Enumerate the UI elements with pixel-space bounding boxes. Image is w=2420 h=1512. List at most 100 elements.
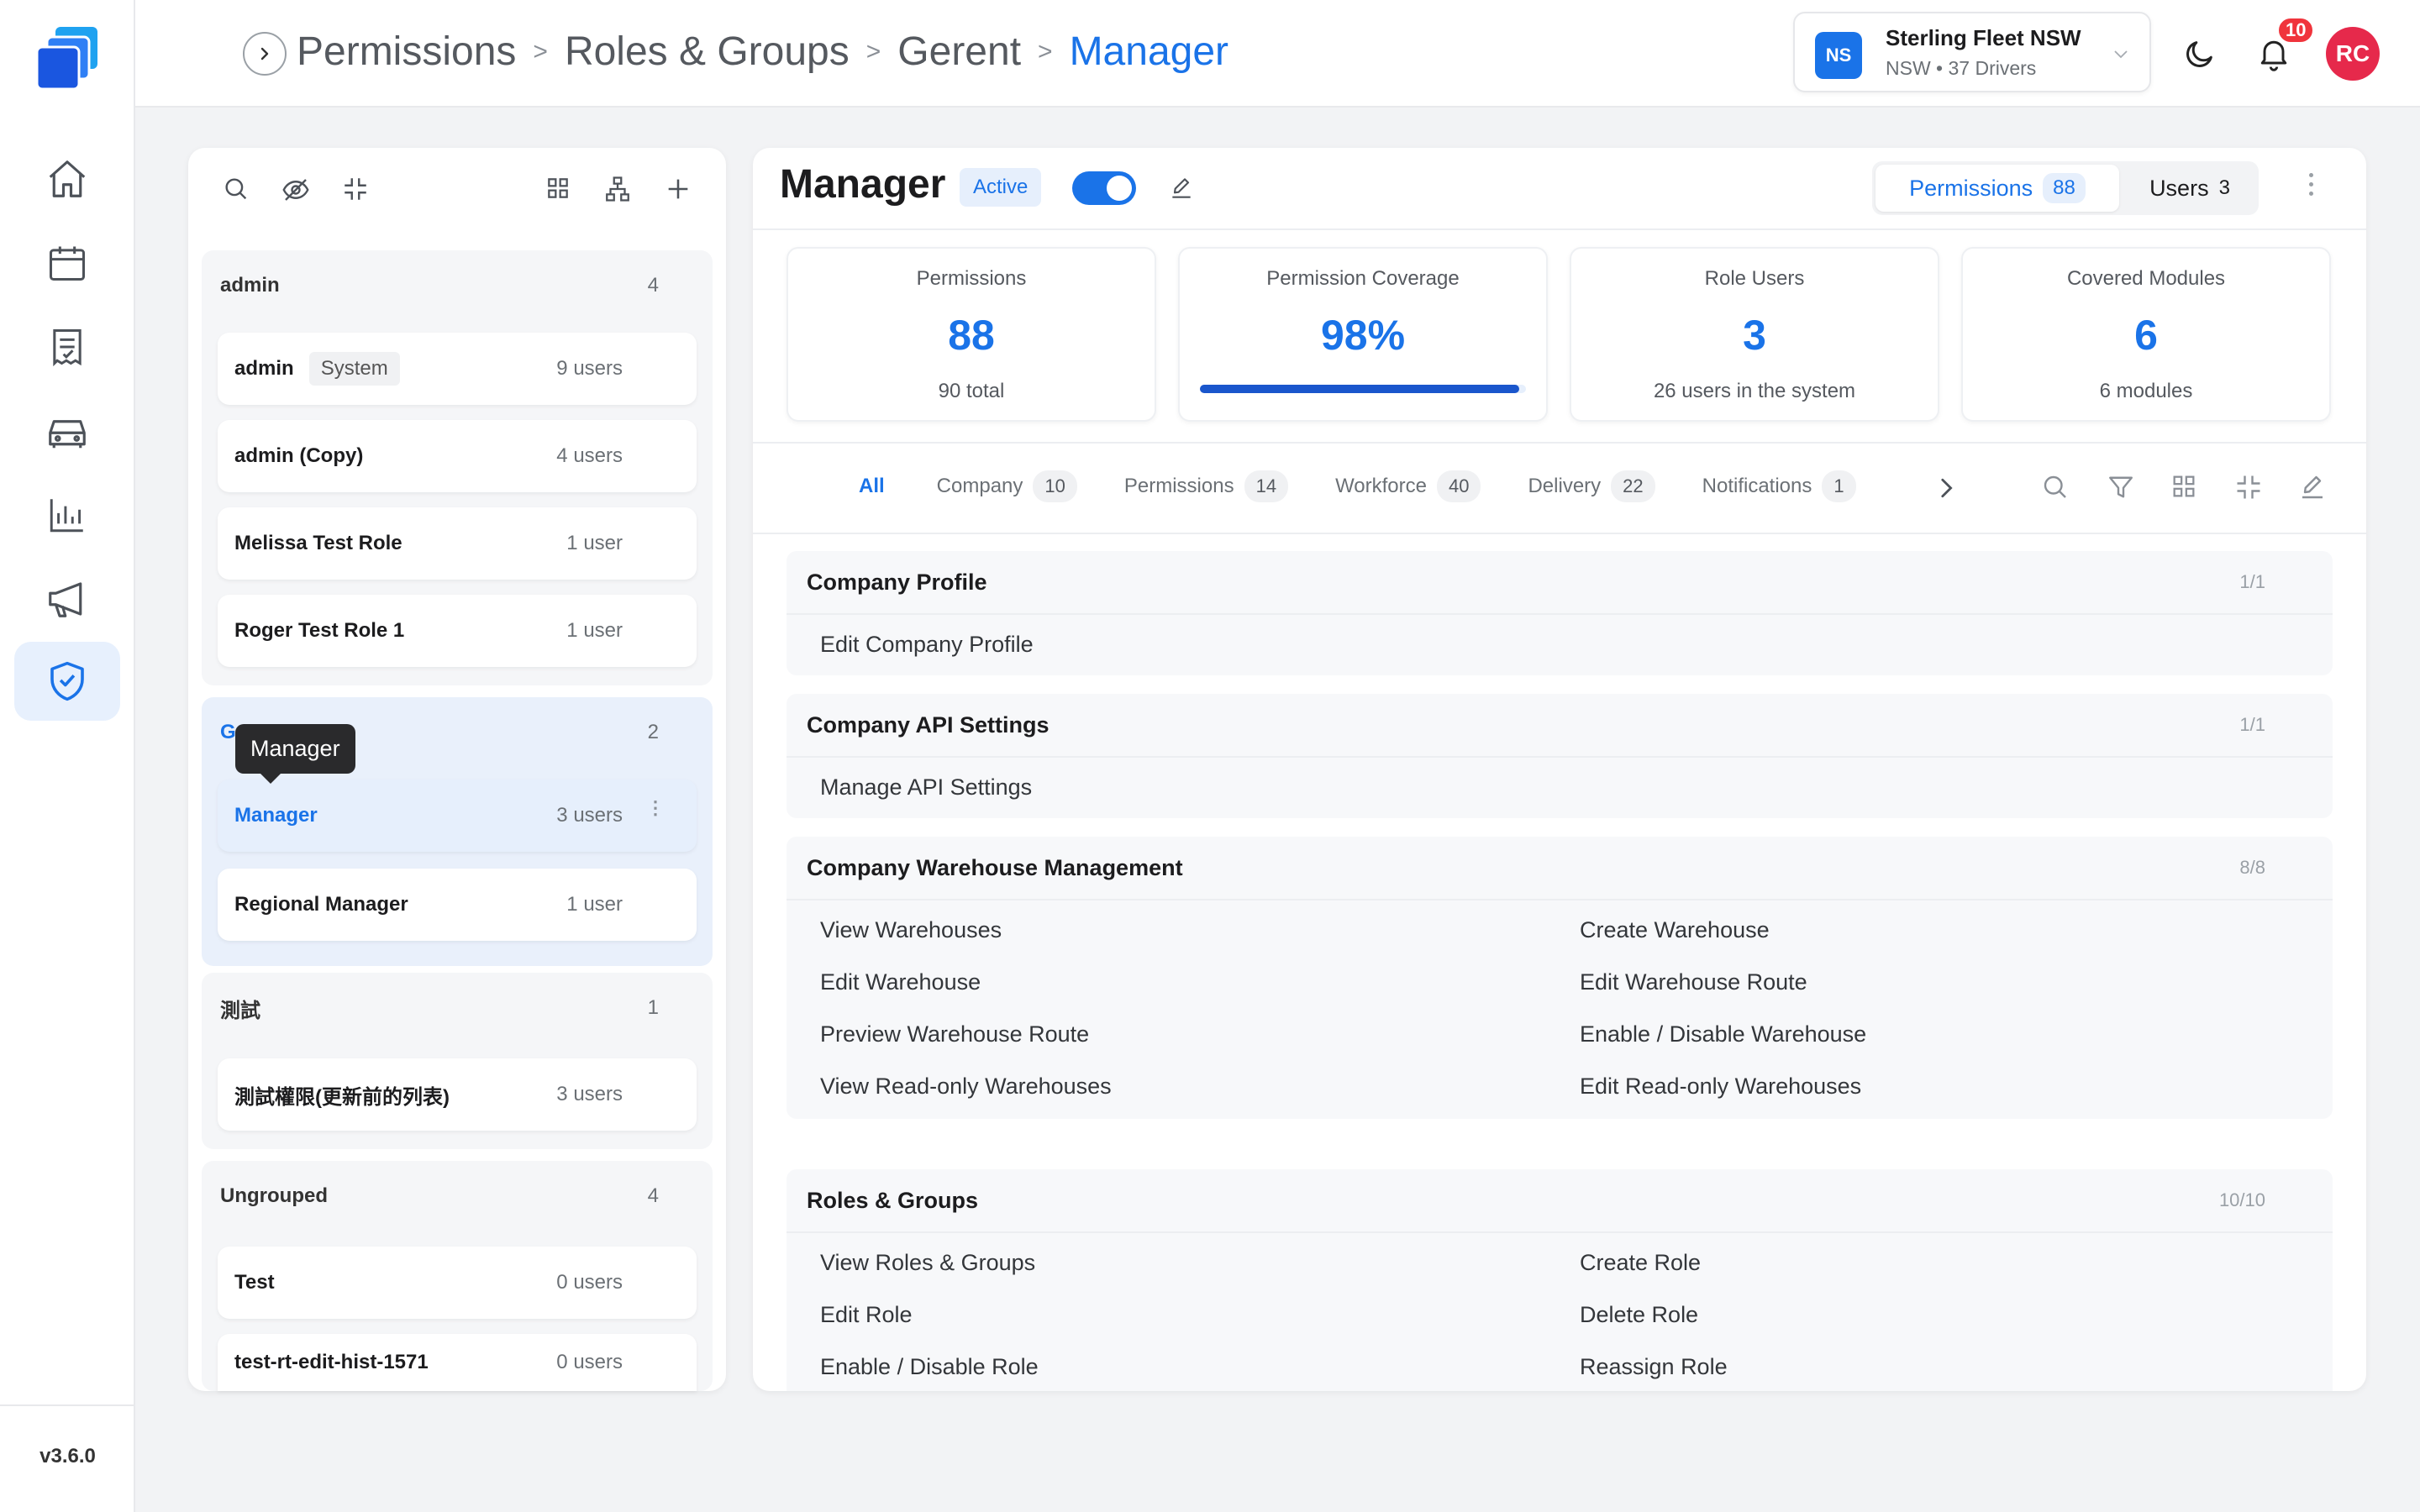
- home-icon[interactable]: [14, 139, 120, 218]
- filter-tab-notifications[interactable]: Notifications 1: [1702, 470, 1856, 502]
- stat-label: Permission Coverage: [1266, 267, 1460, 290]
- search-icon[interactable]: [222, 175, 250, 203]
- hierarchy-icon[interactable]: [603, 175, 632, 203]
- chevron-right-icon[interactable]: [1934, 474, 1958, 502]
- organization-switcher[interactable]: NS Sterling Fleet NSW NSW • 37 Drivers: [1793, 12, 2151, 92]
- role-name: Manager: [234, 804, 318, 827]
- stat-label: Role Users: [1704, 267, 1805, 290]
- section-title: Company Profile: [807, 569, 987, 595]
- group-header[interactable]: admin 4: [202, 250, 713, 321]
- search-icon[interactable]: [2040, 472, 2070, 502]
- tab-label: Permissions: [1909, 175, 2033, 201]
- calendar-icon[interactable]: [14, 223, 120, 302]
- edit-icon[interactable]: [2297, 472, 2328, 502]
- car-icon[interactable]: [14, 391, 120, 470]
- role-item-admin-copy[interactable]: admin (Copy) 4 users: [218, 420, 697, 492]
- expand-sidebar-button[interactable]: [243, 32, 287, 76]
- divider: [753, 228, 2366, 230]
- tab-users[interactable]: Users 3: [2124, 165, 2255, 212]
- filter-tab-permissions[interactable]: Permissions 14: [1123, 470, 1289, 502]
- filter-count: 10: [1033, 470, 1077, 502]
- section-header[interactable]: Roles & Groups 10/10: [786, 1169, 2333, 1233]
- group-count: 4: [647, 274, 659, 297]
- filter-tab-all[interactable]: All: [859, 475, 885, 498]
- section-count: 10/10: [2218, 1189, 2265, 1210]
- role-name: Test: [234, 1271, 275, 1294]
- role-user-count: 1 user: [566, 893, 623, 916]
- group-count: 2: [647, 721, 659, 743]
- collapse-icon[interactable]: [2233, 472, 2264, 502]
- breadcrumb-current: Manager: [1069, 29, 1229, 74]
- role-item-roger-test-role-1[interactable]: Roger Test Role 1 1 user: [218, 595, 697, 667]
- filter-tab-company[interactable]: Company 10: [937, 470, 1077, 502]
- section-title: Company Warehouse Management: [807, 854, 1183, 880]
- section-title: Company API Settings: [807, 711, 1050, 738]
- bar-chart-icon[interactable]: [14, 475, 120, 554]
- role-more-icon[interactable]: ⋮: [646, 799, 665, 817]
- megaphone-icon[interactable]: [14, 559, 120, 638]
- role-item-melissa-test-role[interactable]: Melissa Test Role 1 user: [218, 507, 697, 580]
- stat-sub: 90 total: [938, 380, 1005, 402]
- stat-card-covered-modules: Covered Modules 6 6 modules: [1961, 247, 2331, 422]
- permission-item: Edit Role: [820, 1302, 913, 1327]
- coverage-progress-bar: [1200, 385, 1526, 393]
- section-header[interactable]: Company Warehouse Management 8/8: [786, 837, 2333, 900]
- role-item-regional-manager[interactable]: Regional Manager 1 user: [218, 869, 697, 941]
- edit-role-name-icon[interactable]: [1168, 175, 1195, 202]
- breadcrumb-permissions[interactable]: Permissions: [297, 29, 516, 75]
- filter-icon[interactable]: [2106, 472, 2136, 502]
- breadcrumb-gerent[interactable]: Gerent: [897, 29, 1021, 75]
- role-name: Regional Manager: [234, 893, 408, 916]
- filter-label: All: [859, 475, 885, 497]
- stat-value: 6: [2134, 312, 2158, 359]
- app-logo[interactable]: [30, 22, 104, 96]
- section-header[interactable]: Company API Settings 1/1: [786, 694, 2333, 758]
- moon-icon: [2186, 41, 2212, 67]
- group-name: Ungrouped: [220, 1184, 328, 1207]
- breadcrumb: Permissions > Roles & Groups > Gerent > …: [297, 29, 1228, 75]
- role-item-test-rt-edit-hist[interactable]: test-rt-edit-hist-1571 0 users: [218, 1334, 697, 1391]
- coverage-progress-fill: [1200, 385, 1520, 393]
- group-count: 4: [647, 1184, 659, 1207]
- permission-item: Reassign Role: [1580, 1354, 1728, 1379]
- role-user-count: 0 users: [556, 1351, 623, 1373]
- document-icon[interactable]: [14, 307, 120, 386]
- permission-item: Delete Role: [1580, 1302, 1699, 1327]
- role-item-test-permissions-cn[interactable]: 測試權限(更新前的列表) 3 users: [218, 1058, 697, 1131]
- role-item-test[interactable]: Test 0 users: [218, 1247, 697, 1319]
- breadcrumb-separator: >: [533, 37, 548, 66]
- top-header: Permissions > Roles & Groups > Gerent > …: [135, 0, 2420, 108]
- role-enabled-toggle[interactable]: [1072, 171, 1136, 205]
- add-icon[interactable]: [664, 175, 692, 203]
- filter-tab-delivery[interactable]: Delivery 22: [1528, 470, 1655, 502]
- role-user-count: 3 users: [556, 1083, 623, 1105]
- section-header[interactable]: Company Profile 1/1: [786, 551, 2333, 615]
- filter-label: Permissions: [1123, 475, 1234, 497]
- permission-item: Manage API Settings: [820, 774, 1033, 800]
- shield-check-icon[interactable]: [14, 642, 120, 721]
- tab-count: 88: [2043, 173, 2086, 203]
- user-avatar[interactable]: RC: [2326, 27, 2380, 81]
- grid-view-icon[interactable]: [544, 175, 571, 202]
- group-header[interactable]: Ungrouped 4: [202, 1161, 713, 1231]
- system-tag: System: [308, 352, 400, 386]
- org-name: Sterling Fleet NSW: [1886, 25, 2081, 50]
- grid-view-icon[interactable]: [2170, 472, 2198, 501]
- notification-count-badge: 10: [2277, 17, 2315, 44]
- role-item-manager[interactable]: Manager 3 users ⋮: [218, 780, 697, 852]
- section-count: 1/1: [2239, 571, 2265, 592]
- collapse-icon[interactable]: [341, 175, 370, 203]
- filter-tab-workforce[interactable]: Workforce 40: [1335, 470, 1481, 502]
- group-header[interactable]: 測試 1: [202, 973, 713, 1043]
- section-count: 8/8: [2239, 857, 2265, 878]
- dark-mode-toggle[interactable]: [2183, 37, 2217, 71]
- stat-card-permissions: Permissions 88 90 total: [786, 247, 1156, 422]
- tab-permissions[interactable]: Permissions 88: [1876, 165, 2119, 212]
- eye-off-icon[interactable]: [281, 175, 311, 205]
- more-options-icon[interactable]: [2309, 173, 2313, 196]
- permission-item: Edit Read-only Warehouses: [1580, 1074, 1862, 1099]
- role-user-count: 0 users: [556, 1271, 623, 1294]
- role-item-admin[interactable]: admin System 9 users: [218, 333, 697, 405]
- role-name: Roger Test Role 1: [234, 619, 405, 642]
- breadcrumb-roles-groups[interactable]: Roles & Groups: [565, 29, 850, 75]
